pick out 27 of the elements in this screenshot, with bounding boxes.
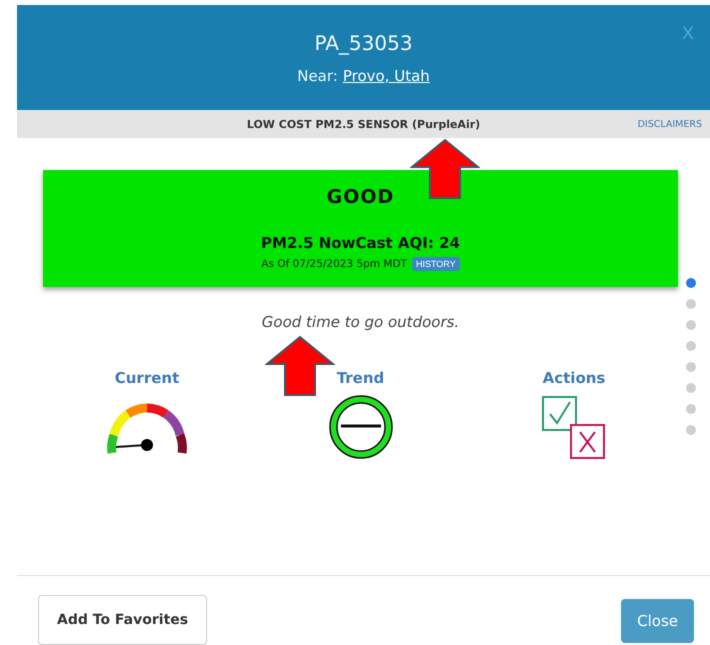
close-button[interactable]: Close [621,598,694,642]
pager-dot[interactable] [686,404,696,414]
location-link[interactable]: Provo, Utah [342,66,430,84]
tile-link[interactable]: Trend [336,369,384,387]
sensor-type-label: LOW COST PM2.5 SENSOR (PurpleAir) [246,118,480,130]
pager-dot[interactable] [686,341,696,351]
tile-link[interactable]: Current [114,369,180,387]
arrow-icon [265,335,335,397]
near-label: Near: [297,66,338,84]
timestamp: As Of 07/25/2023 5pm MDT [261,258,407,270]
disclaimers-link[interactable]: DISCLAIMERS [638,118,702,130]
history-button[interactable]: HISTORY [412,257,460,271]
arrow-icon [410,138,480,200]
sensor-title: PA_53053 [314,30,413,54]
pager-dot[interactable] [686,383,696,393]
aqi-category: GOOD [326,186,394,208]
pager-dot[interactable] [686,320,696,330]
tile-link[interactable]: Actions [542,369,606,387]
add-to-favorites-button[interactable]: Add To Favorites [38,594,208,644]
pager-dot[interactable] [686,425,696,435]
advice-message: Good time to go outdoors. [262,313,460,331]
aqi-reading: PM2.5 NowCast AQI: 24 [261,234,460,252]
pager-dot[interactable] [686,278,696,288]
steady-trend-icon [328,395,392,459]
pager-dot[interactable] [686,362,696,372]
pager-dot[interactable] [686,299,696,309]
check-and-x-icon [541,395,607,461]
